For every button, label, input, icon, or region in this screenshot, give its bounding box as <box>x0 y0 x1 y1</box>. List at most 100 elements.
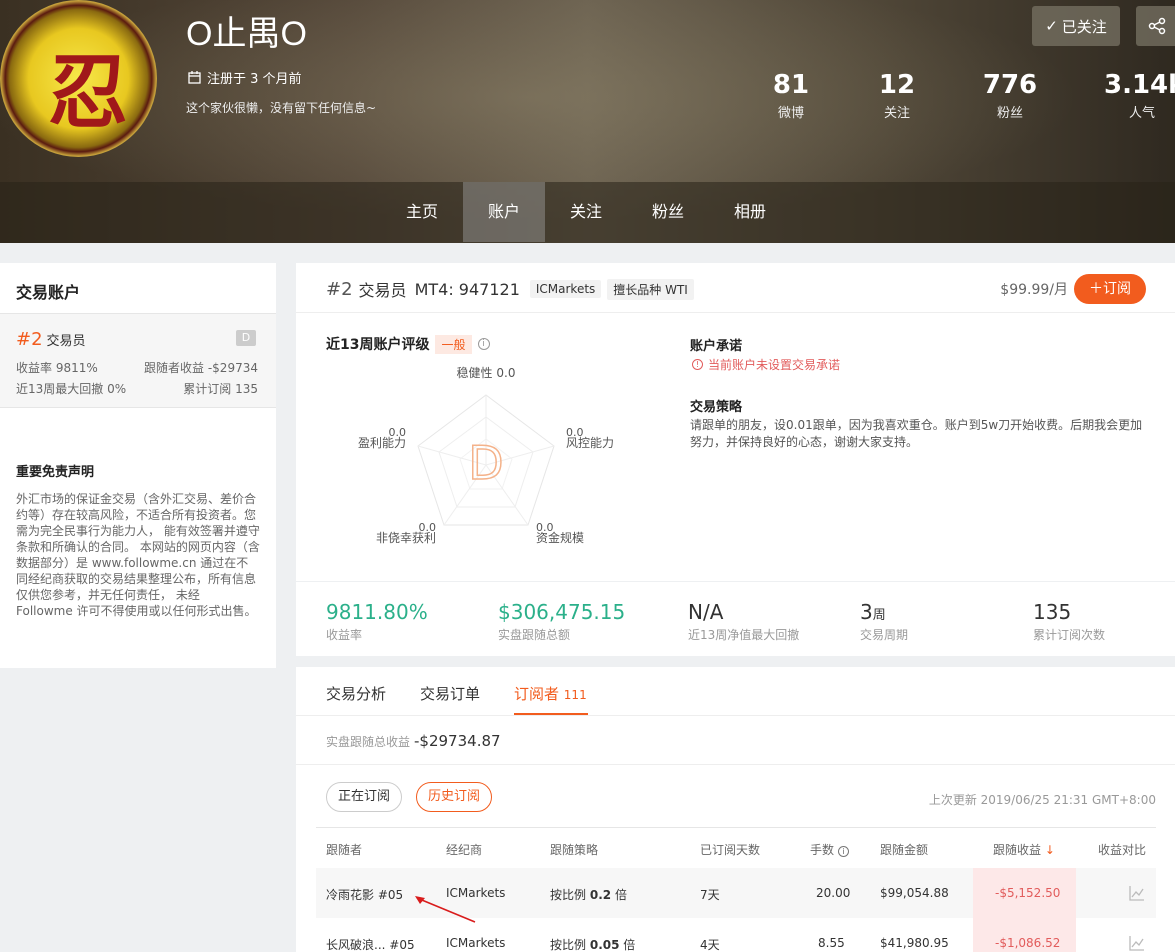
kpi-unit: 周 <box>872 608 886 623</box>
kpi-drawdown: N/A 近13周净值最大回撤 <box>688 600 799 643</box>
amount: $99,054.88 <box>880 886 949 900</box>
promise-title: 账户承诺 <box>690 339 743 354</box>
kpi-value: 135 <box>1033 600 1072 624</box>
col-profit[interactable]: 跟随收益 ↓ <box>993 841 1055 858</box>
nav-fans[interactable]: 粉丝 <box>627 182 709 242</box>
kpi-label: 交易周期 <box>860 628 909 642</box>
col-profit-label: 跟随收益 <box>993 843 1042 857</box>
days: 4天 <box>700 938 720 952</box>
stat-weibo[interactable]: 81 微博 <box>770 70 812 121</box>
divider <box>316 827 1156 828</box>
chart-icon[interactable] <box>1129 935 1145 951</box>
yield-rate: 收益率 9811% <box>16 361 98 375</box>
col-amount: 跟随金额 <box>880 843 929 857</box>
check-icon: ✓ <box>1045 17 1058 35</box>
stat-value: 81 <box>772 70 810 100</box>
account-role: 交易员 <box>358 281 407 300</box>
info-icon[interactable]: i <box>837 846 849 857</box>
price: $99.99/月 <box>1000 282 1068 298</box>
strategy-ratio: 0.2 <box>589 888 612 902</box>
plus-icon: ＋ <box>1089 281 1103 297</box>
promise-text: 当前账户未设置交易承诺 <box>708 358 841 372</box>
stat-label: 微博 <box>777 106 804 121</box>
promise-note: ! 当前账户未设置交易承诺 <box>692 356 840 373</box>
nav-account[interactable]: 账户 <box>463 182 545 242</box>
registered-text: 注册于 3 个月前 <box>207 72 302 87</box>
col-lots[interactable]: 手数 i <box>810 841 849 858</box>
profit: -$5,152.50 <box>995 886 1061 900</box>
col-lots-label: 手数 <box>810 843 835 857</box>
radar-label-nonluck: 非侥幸获利 <box>376 531 436 545</box>
kpi-yield: 9811.80% 收益率 <box>326 600 428 643</box>
follower-profit: 跟随者收益 -$29734 <box>144 361 258 375</box>
alert-icon: ! <box>692 359 703 370</box>
stat-following[interactable]: 12 关注 <box>876 70 918 121</box>
kpi-value: N/A <box>688 600 724 624</box>
col-strategy: 跟随策略 <box>550 843 599 857</box>
account-role: 交易员 <box>46 334 86 349</box>
disclaimer-text: 外汇市场的保证金交易（含外汇交易、差价合约等）存在较高风险，不适合所有投资者。您… <box>16 492 260 618</box>
stat-fans[interactable]: 776 粉丝 <box>982 70 1038 121</box>
follow-label: 已关注 <box>1061 17 1107 36</box>
kpi-follow-total: $306,475.15 实盘跟随总额 <box>498 600 625 643</box>
kpi-value: 3 <box>860 600 873 624</box>
stat-popularity: 3.14k 人气 <box>1104 70 1175 121</box>
tab-analysis[interactable]: 交易分析 <box>326 683 386 704</box>
nav-album[interactable]: 相册 <box>709 182 791 242</box>
radar-label-capital: 资金规模 <box>536 530 584 545</box>
share-icon <box>1148 17 1166 35</box>
account-card[interactable]: #2 交易员 D 收益率 9811% 跟随者收益 -$29734 近13周最大回… <box>0 313 276 408</box>
days: 7天 <box>700 888 720 902</box>
strategy-text: 请跟单的朋友，设0.01跟单，因为我喜欢重仓。账户到5w刀开始收费。后期我会更加… <box>690 418 1143 449</box>
stat-label: 粉丝 <box>996 106 1023 121</box>
sidebar-title: 交易账户 <box>16 283 81 302</box>
tab-subscribers-count: 111 <box>563 688 587 702</box>
nav-home[interactable]: 主页 <box>381 182 463 242</box>
avatar-glyph: 忍 <box>48 45 128 139</box>
summary-label: 实盘跟随总收益 <box>326 735 411 749</box>
summary: 实盘跟随总收益 -$29734.87 <box>326 732 501 750</box>
strategy: 按比例 0.2 倍 <box>550 886 627 903</box>
nav-following[interactable]: 关注 <box>545 182 627 242</box>
kpi-label: 近13周净值最大回撤 <box>688 628 800 642</box>
subscribe-button[interactable]: ＋订阅 <box>1074 274 1146 304</box>
radar-chart: D 稳健性 0.0 0.0 风控能力 0.0 资金规模 0.0 非侥幸获利 0.… <box>358 365 614 545</box>
sort-down-icon[interactable]: ↓ <box>1045 843 1055 857</box>
divider <box>296 715 1175 716</box>
stat-label: 关注 <box>883 106 910 121</box>
col-follower: 跟随者 <box>326 843 363 857</box>
lots: 20.00 <box>816 886 851 900</box>
radar-label-stability: 稳健性 0.0 <box>457 365 516 380</box>
stat-value: 3.14k <box>1104 70 1175 100</box>
filter-history-button[interactable]: 历史订阅 <box>416 782 493 812</box>
subscribe-label: 订阅 <box>1103 281 1131 297</box>
kpi-label: 累计订阅次数 <box>1033 628 1106 642</box>
kpi-period: 3周交易周期 <box>860 600 908 643</box>
max-drawdown: 近13周最大回撤 0% <box>16 382 127 396</box>
follower-name[interactable]: 长风破浪... #05 <box>326 936 415 952</box>
account-overview: 近13周账户评级 一般 i D 稳健性 0.0 0.0 风控能力 0.0 资金规… <box>296 313 1175 581</box>
total-subs: 累计订阅 135 <box>183 382 258 396</box>
avatar[interactable]: 忍 <box>0 0 157 157</box>
filter-current-button[interactable]: 正在订阅 <box>326 782 403 812</box>
broker-tag: ICMarkets <box>529 280 602 298</box>
kpi-label: 收益率 <box>326 628 363 642</box>
calendar-icon <box>188 71 201 84</box>
trading-account-sidebar: 交易账户 #2 交易员 D 收益率 9811% 跟随者收益 -$29734 近1… <box>0 263 276 668</box>
follow-button[interactable]: ✓ 已关注 <box>1032 6 1120 46</box>
divider <box>296 764 1175 765</box>
tab-subscribers[interactable]: 订阅者 111 <box>514 683 587 704</box>
strategy-title: 交易策略 <box>690 400 743 415</box>
stat-value: 12 <box>878 70 916 100</box>
tab-orders[interactable]: 交易订单 <box>420 683 480 704</box>
follower-name[interactable]: 冷雨花影 #05 <box>326 886 403 903</box>
specialty-tag: 擅长品种 WTI <box>607 278 694 300</box>
kpi-label: 实盘跟随总额 <box>498 628 571 642</box>
strategy-ratio: 0.05 <box>589 938 620 952</box>
strategy-prefix: 按比例 <box>550 938 587 952</box>
share-button[interactable] <box>1136 6 1175 46</box>
strategy-suffix: 倍 <box>614 888 627 902</box>
col-days: 已订阅天数 <box>700 843 761 857</box>
username: O止禺O <box>186 15 307 53</box>
chart-icon[interactable] <box>1129 885 1145 901</box>
